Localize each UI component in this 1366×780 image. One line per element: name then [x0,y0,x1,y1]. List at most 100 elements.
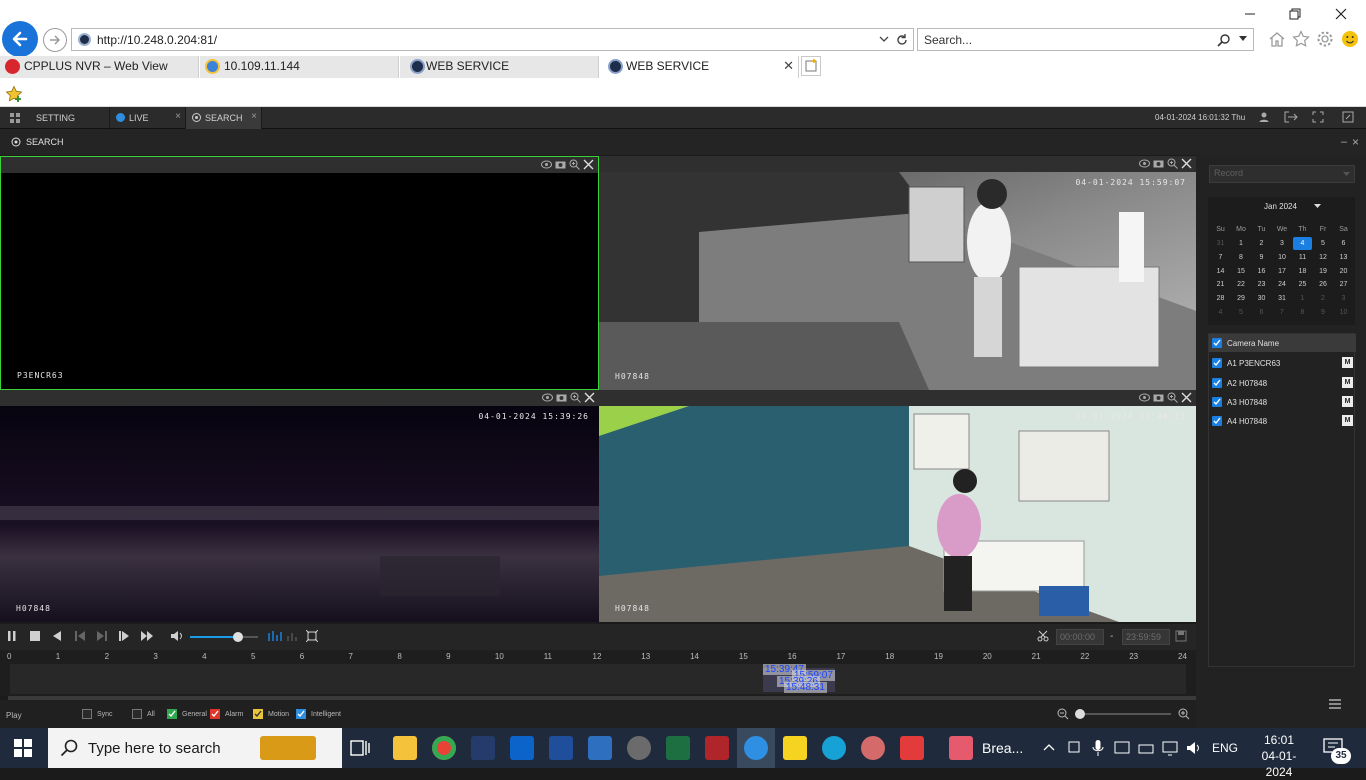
calendar-day[interactable]: 22 [1232,278,1251,291]
tab-setting[interactable]: SETTING [0,107,110,129]
clip-start-time[interactable]: 00:00:00 [1056,629,1104,645]
calendar-day[interactable]: 25 [1293,278,1312,291]
calendar-day[interactable]: 24 [1273,278,1292,291]
calendar-day[interactable]: 18 [1293,265,1312,278]
calendar-day[interactable]: 4 [1293,237,1312,250]
close-panel-icon[interactable]: × [1352,135,1359,149]
calendar-day[interactable]: 21 [1211,278,1230,291]
favorites-star-icon[interactable] [1291,29,1311,49]
snapshot-icon[interactable] [555,159,566,170]
reverse-play-icon[interactable] [51,630,63,642]
chrome-icon[interactable] [432,736,456,760]
magnifier-icon[interactable] [1217,33,1231,47]
month-dropdown-icon[interactable] [1314,204,1321,209]
all-checkbox[interactable] [132,709,142,719]
camera-mode-button[interactable]: M [1342,396,1353,407]
zoom-out-icon[interactable] [1057,708,1069,720]
smart-search-icon[interactable] [268,630,282,642]
filter-sync[interactable]: Sync [82,709,113,719]
window-app-icon[interactable] [949,736,973,760]
restore-icon[interactable] [1285,4,1305,24]
minimize-panel-icon[interactable]: – [1341,136,1347,148]
calendar-day[interactable]: 26 [1314,278,1333,291]
internet-explorer-icon[interactable] [744,736,768,760]
calendar-day[interactable]: 3 [1334,292,1353,305]
filter-general[interactable]: General [167,709,207,719]
alarm-checkbox[interactable] [210,709,220,719]
browser-search-text[interactable]: Search... [924,33,972,47]
new-tab-button[interactable] [801,56,821,76]
recording-marker[interactable]: 15:48:31 [784,682,827,693]
tray-status-icon[interactable] [1114,740,1130,756]
calendar-day[interactable]: 20 [1334,265,1353,278]
clip-scissors-icon[interactable] [1037,630,1049,642]
sync-checkbox[interactable] [82,709,92,719]
calendar-day[interactable]: 19 [1314,265,1333,278]
camera-checkbox[interactable] [1212,416,1222,426]
add-favorite-star-icon[interactable] [5,85,23,103]
eye-icon[interactable] [541,159,552,170]
taskbar-clock[interactable]: 16:01 04-01-2024 [1249,732,1309,780]
list-view-icon[interactable] [1328,698,1342,710]
zoom-icon[interactable] [570,392,581,403]
calendar-day[interactable]: 9 [1252,251,1271,264]
browser-tab-web-service[interactable]: WEB SERVICE [400,56,599,78]
app-icon[interactable] [471,736,495,760]
zoom-slider-handle[interactable] [1075,709,1085,719]
edge-icon[interactable] [822,736,846,760]
filter-alarm[interactable]: Alarm [210,709,243,719]
tab-search[interactable]: SEARCH × [186,107,262,129]
eye-icon[interactable] [542,392,553,403]
logout-icon[interactable] [1283,111,1299,123]
calendar-day[interactable]: 6 [1334,237,1353,250]
forward-button[interactable] [43,28,67,52]
outlook-icon[interactable] [510,736,534,760]
tray-device-icon[interactable] [1066,740,1082,756]
tray-chevron-up-icon[interactable] [1043,742,1055,752]
calendar-month[interactable]: Jan 2024 [1264,202,1297,211]
eye-icon[interactable] [1139,392,1150,403]
close-tab-icon[interactable]: × [175,111,181,122]
acrobat-icon[interactable] [705,736,729,760]
prev-frame-icon[interactable] [74,630,86,642]
close-window-icon[interactable] [1331,4,1351,24]
video-tile-4[interactable]: 04-01-2024 15:48:31 H07848 [599,390,1196,622]
app-icon[interactable] [861,736,885,760]
timeline-zoom-slider[interactable] [1075,709,1171,719]
calendar-day[interactable]: 10 [1273,251,1292,264]
minimize-icon[interactable] [1240,4,1260,24]
camera-header-row[interactable]: Camera Name [1209,334,1356,352]
home-icon[interactable] [1267,29,1287,49]
close-video-icon[interactable] [1181,158,1192,169]
calendar-day[interactable]: 7 [1211,251,1230,264]
camera-mode-button[interactable]: M [1342,415,1353,426]
calendar-day[interactable]: 23 [1252,278,1271,291]
calendar-day[interactable]: 30 [1252,292,1271,305]
close-tab-icon[interactable]: × [251,111,257,122]
volume-slider-handle[interactable] [232,632,243,642]
record-type-select[interactable]: Record [1209,165,1355,183]
tab-live[interactable]: LIVE × [110,107,186,129]
stop-icon[interactable] [29,630,41,642]
calendar-day[interactable]: 31 [1273,292,1292,305]
close-video-icon[interactable] [584,392,595,403]
calendar-day[interactable]: 2 [1252,237,1271,250]
active-window-label[interactable]: Brea... [982,740,1023,756]
calendar-day[interactable]: 8 [1293,306,1312,319]
speaker-icon[interactable] [1186,740,1202,756]
snapshot-icon[interactable] [1153,158,1164,169]
tray-network-icon[interactable] [1138,740,1154,756]
tag-icon[interactable] [287,630,299,642]
calendar-day[interactable]: 9 [1314,306,1333,319]
calendar-day[interactable]: 1 [1232,237,1251,250]
sticky-notes-icon[interactable] [783,736,807,760]
calendar-day[interactable]: 6 [1252,306,1271,319]
calendar-day[interactable]: 29 [1232,292,1251,305]
tray-display-icon[interactable] [1162,740,1178,756]
browser-search-box[interactable]: Search... [917,28,1254,51]
general-checkbox[interactable] [167,709,177,719]
filter-motion[interactable]: Motion [253,709,289,719]
taskbar-search-box[interactable]: Type here to search [48,728,342,768]
address-bar[interactable]: http://10.248.0.204:81/ [71,28,914,51]
calendar-day[interactable]: 14 [1211,265,1230,278]
